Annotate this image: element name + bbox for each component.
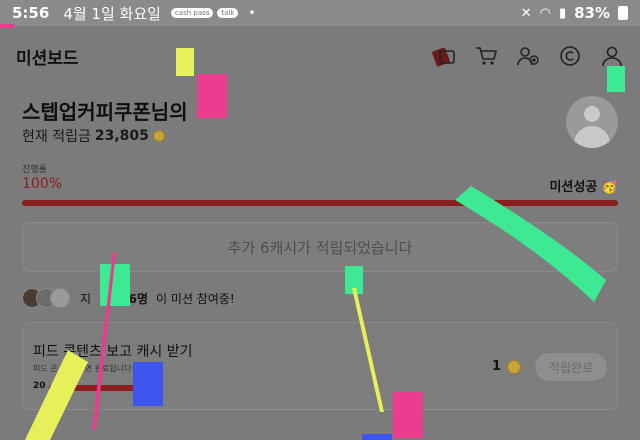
claim-complete-button[interactable]: 적립완료 xyxy=(535,353,607,381)
user-greeting: 스텝업커피쿠폰님의 xyxy=(22,100,188,124)
user-avatar[interactable] xyxy=(566,96,618,148)
balance-row: 현재 적립금 23,805 xyxy=(22,126,165,146)
mission-card[interactable]: 피드 콘텐츠 보고 캐시 받기 피드 콘 개를 보면 완료됩니다! 20 1 적… xyxy=(22,322,618,410)
app-header: 미션보드 xyxy=(0,26,640,86)
cashpass-badge: cash pass xyxy=(170,8,214,18)
status-bar: 5:56 4월 1일 화요일 cash pass talk • ✕ ◠ ▮ 83… xyxy=(0,0,640,26)
add-user-icon[interactable] xyxy=(516,44,540,68)
coin-c-icon[interactable] xyxy=(558,44,582,68)
status-time: 5:56 xyxy=(12,4,50,22)
status-dot: • xyxy=(248,6,256,20)
header-icons xyxy=(432,44,624,68)
signal-icon: ▮ xyxy=(558,5,567,21)
battery-percent: 83% xyxy=(574,4,610,22)
reward-amount: 1 xyxy=(491,359,501,374)
participant-avatar xyxy=(50,288,70,308)
progress-fill xyxy=(22,200,618,206)
talk-badge: talk xyxy=(217,8,239,18)
avatar-head xyxy=(584,106,600,122)
mission-board-screen: 미션보드 스텝업커피쿠폰님의 현재 적립금 23,805 진행률 100% 미션… xyxy=(0,26,640,440)
mission-card-title: 피드 콘텐츠 보고 캐시 받기 xyxy=(33,344,193,360)
mission-card-progress-text: 20 xyxy=(33,381,46,391)
coin-icon xyxy=(152,130,165,142)
profile-icon[interactable] xyxy=(600,44,624,68)
mission-success-label: 미션성공 🥳 xyxy=(549,180,618,195)
participants-row: 지 6,186명 이 미션 참여중! xyxy=(22,288,235,308)
cart-icon[interactable] xyxy=(474,44,498,68)
balance-label: 현재 적립금 xyxy=(22,129,91,145)
cash-notice-text: 추가 6캐시가 적립되었습니다 xyxy=(227,238,413,257)
participants-count: 6,186명 xyxy=(99,291,149,306)
mission-card-description: 피드 콘 개를 보면 완료됩니다! xyxy=(33,364,135,373)
status-right: ✕ ◠ ▮ 83% xyxy=(521,4,628,22)
progress-label: 진행률 xyxy=(22,165,47,175)
wifi-icon: ◠ xyxy=(539,5,551,21)
status-date: 4월 1일 화요일 xyxy=(63,4,161,23)
reward-coin-icon xyxy=(507,359,521,374)
participants-prefix: 지 xyxy=(80,291,92,306)
mission-card-progress-bar xyxy=(49,385,143,391)
progress-percent: 100% xyxy=(22,176,63,192)
voucher-icon[interactable] xyxy=(432,44,456,68)
participants-suffix: 이 미션 참여중! xyxy=(156,291,235,306)
page-title: 미션보드 xyxy=(16,48,79,69)
avatar-body xyxy=(574,126,610,148)
battery-icon xyxy=(618,6,628,20)
progress-bar xyxy=(22,200,618,206)
participant-avatars xyxy=(22,288,70,308)
mission-reward: 1 xyxy=(492,359,521,374)
balance-value: 23,805 xyxy=(94,128,149,144)
mute-icon: ✕ xyxy=(520,5,532,21)
cash-notice-box: 추가 6캐시가 적립되었습니다 xyxy=(22,222,618,272)
